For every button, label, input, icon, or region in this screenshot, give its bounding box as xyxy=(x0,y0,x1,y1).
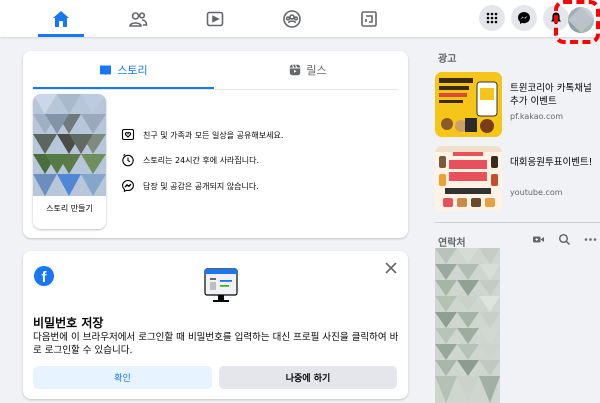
monitor-illustration-icon xyxy=(204,268,238,302)
nav-tab-home[interactable] xyxy=(38,0,84,37)
ad-domain: pf.kakao.com xyxy=(510,112,564,121)
video-call-icon[interactable] xyxy=(532,233,545,246)
book-icon xyxy=(100,65,112,75)
story-info-expire: 스토리는 24시간 후에 사라집니다. xyxy=(121,153,259,167)
clock-icon xyxy=(122,154,134,167)
ad-title: 트윈코리아 카톡채널 추가 이벤트 xyxy=(510,83,592,107)
friends-icon xyxy=(129,11,148,27)
tab-reels[interactable]: 릴스 xyxy=(218,51,398,89)
later-button[interactable]: 나중에 하기 xyxy=(219,366,397,389)
menu-button[interactable] xyxy=(479,5,505,31)
story-info-expire-text: 스토리는 24시간 후에 사라집니다. xyxy=(143,155,260,165)
tab-stories[interactable]: 스토리 xyxy=(33,51,214,89)
close-icon[interactable] xyxy=(383,260,399,276)
story-info-share: 친구 및 가족과 모든 일상을 공유해보세요. xyxy=(121,128,283,142)
contacts-list-image xyxy=(435,248,500,403)
heart-bubble-icon xyxy=(121,128,135,141)
ad-domain: youtube.com xyxy=(510,188,563,197)
story-info-share-text: 친구 및 가족과 모든 일상을 공유해보세요. xyxy=(143,130,284,140)
ad-image xyxy=(435,146,502,211)
divider xyxy=(435,222,600,223)
confirm-button[interactable]: 확인 xyxy=(33,366,212,389)
highlight-marker xyxy=(554,0,600,44)
nav-tab-groups[interactable] xyxy=(269,0,315,37)
search-icon[interactable] xyxy=(558,233,571,246)
ad-item[interactable]: 대회응원투표이벤트! youtube.com xyxy=(435,146,600,211)
create-story-button[interactable]: 스토리 만들기 xyxy=(33,94,106,229)
reels-icon xyxy=(290,64,301,76)
save-password-title: 비밀번호 저장 xyxy=(33,316,104,330)
ad-item[interactable]: 트윈코리아 카톡채널 추가 이벤트 pf.kakao.com xyxy=(435,72,600,137)
tab-reels-label: 릴스 xyxy=(306,64,327,77)
messenger-outline-icon xyxy=(122,179,134,193)
sponsored-heading: 광고 xyxy=(438,54,457,65)
home-icon xyxy=(53,10,69,27)
messenger-button[interactable] xyxy=(511,5,537,31)
story-info-private-text: 답장 및 공감은 공개되지 않습니다. xyxy=(143,181,259,191)
contacts-heading: 연락처 xyxy=(438,238,466,249)
gaming-icon xyxy=(361,10,377,27)
story-profile-image xyxy=(33,94,106,196)
groups-icon xyxy=(283,9,301,28)
create-story-label: 스토리 만들기 xyxy=(33,196,106,229)
grid-menu-icon xyxy=(486,12,498,24)
save-password-card: f 비밀번호 저장 다음번에 이 브라우저에서 로그인할 때 비밀번호를 입력하… xyxy=(23,251,408,399)
story-info-private: 답장 및 공감은 공개되지 않습니다. xyxy=(121,179,259,193)
watch-icon xyxy=(206,11,224,26)
top-navigation-bar xyxy=(0,0,600,37)
save-password-description: 다음번에 이 브라우저에서 로그인할 때 비밀번호를 입력하는 대신 프로필 사… xyxy=(33,332,399,356)
ad-image xyxy=(435,72,502,137)
nav-tab-gaming[interactable] xyxy=(346,0,392,37)
nav-tab-watch[interactable] xyxy=(192,0,238,37)
tab-stories-label: 스토리 xyxy=(117,64,148,77)
stories-card: 스토리 릴스 스토리 만들기 친구 및 가족과 모든 일상을 공유해보세요. 스… xyxy=(23,51,408,238)
messenger-icon xyxy=(518,12,530,24)
divider xyxy=(33,89,398,90)
more-options-icon[interactable] xyxy=(584,233,597,246)
ad-title: 대회응원투표이벤트! xyxy=(510,157,593,168)
nav-tab-friends[interactable] xyxy=(115,0,161,37)
facebook-logo-icon: f xyxy=(34,266,54,286)
